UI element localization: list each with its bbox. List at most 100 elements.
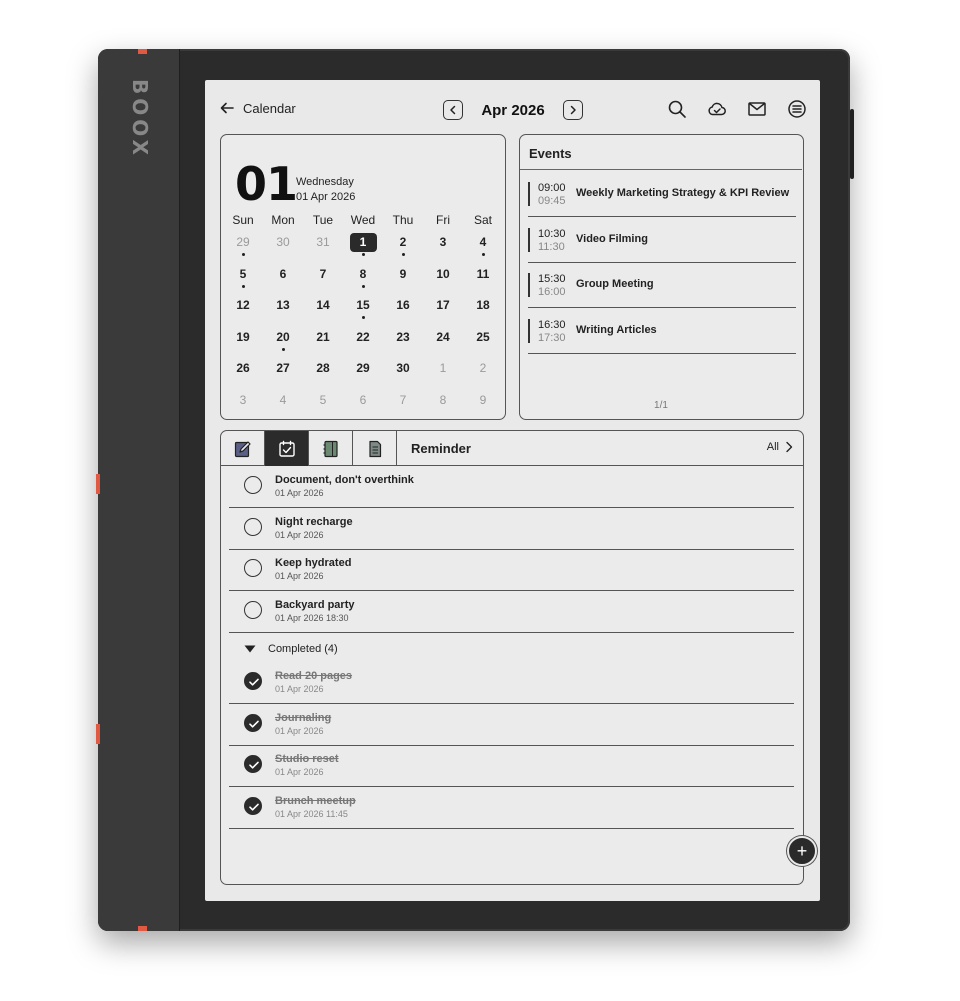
calendar-day[interactable]: 21	[303, 324, 343, 356]
completed-toggle[interactable]: Completed (4)	[244, 643, 338, 655]
day-number: 9	[399, 266, 407, 281]
menu-icon	[788, 100, 806, 118]
day-number: 2	[399, 235, 407, 249]
calendar-day[interactable]: 7	[303, 261, 343, 293]
calendar-day[interactable]: 6	[263, 261, 303, 293]
reminder-label: Reminder	[411, 441, 471, 456]
task-checkbox-checked[interactable]	[244, 796, 262, 815]
calendar-day[interactable]: 1	[423, 355, 463, 387]
calendar-day[interactable]: 25	[463, 324, 503, 356]
calendar-day[interactable]: 5	[303, 387, 343, 419]
day-number: 29	[356, 361, 370, 375]
cloud-sync-button[interactable]	[706, 98, 728, 120]
tab-notebook[interactable]	[309, 431, 353, 466]
task-checkbox[interactable]	[244, 517, 262, 536]
task-checkbox-checked[interactable]	[244, 755, 262, 773]
calendar-day[interactable]: 30	[263, 229, 303, 261]
calendar-day[interactable]: 24	[423, 324, 463, 356]
calendar-day[interactable]: 11	[463, 261, 503, 293]
task-checkbox[interactable]	[244, 559, 262, 577]
event-start: 09:00	[538, 182, 566, 194]
calendar-day[interactable]: 13	[263, 292, 303, 324]
calendar-day[interactable]: 9	[463, 387, 503, 419]
task-name: Night recharge	[275, 515, 353, 528]
back-button[interactable]: Calendar	[219, 100, 296, 116]
calendar-day[interactable]: 4	[463, 229, 503, 261]
calendar-day[interactable]: 5	[223, 261, 263, 293]
search-button[interactable]	[666, 98, 688, 120]
calendar-day[interactable]: 9	[383, 261, 423, 293]
all-reminders-link[interactable]: All	[767, 441, 793, 453]
calendar-day[interactable]: 4	[263, 387, 303, 419]
calendar-day[interactable]: 22	[343, 324, 383, 356]
event-item[interactable]: 09:00 09:45 Weekly Marketing Strategy & KP…	[528, 172, 796, 217]
calendar-day[interactable]: 14	[303, 292, 343, 324]
calendar-day[interactable]: 20	[263, 324, 303, 356]
month-label[interactable]: Apr 2026	[473, 102, 553, 119]
tab-tasks[interactable]	[265, 431, 309, 466]
selected-date: 01 Apr 2026	[296, 191, 356, 203]
calendar-day[interactable]: 28	[303, 355, 343, 387]
event-item[interactable]: 10:30 11:30 Video Filming	[528, 218, 796, 263]
add-task-button[interactable]: +	[787, 836, 817, 866]
calendar-day[interactable]: 15	[343, 292, 383, 324]
calendar-day[interactable]: 31	[303, 229, 343, 261]
event-title: Group Meeting	[576, 278, 654, 290]
tab-notes[interactable]	[221, 431, 265, 466]
task-name: Document, don't overthink	[275, 474, 414, 486]
calendar-day[interactable]: 16	[383, 292, 423, 324]
event-end: 17:30	[538, 331, 566, 344]
calendar-day[interactable]: 3	[423, 229, 463, 261]
chevron-left-icon	[450, 105, 456, 115]
task-item[interactable]: Backyard party 01 Apr 2026 18:30	[229, 591, 794, 633]
completed-task-item[interactable]: Brunch meetup 01 Apr 2026 11:45	[229, 787, 794, 829]
calendar-day[interactable]: 8	[423, 387, 463, 419]
calendar-day[interactable]: 10	[423, 261, 463, 293]
tab-documents[interactable]	[353, 431, 397, 466]
day-number: 3	[439, 235, 447, 249]
calendar-day[interactable]: 23	[383, 324, 423, 356]
day-number: 4	[279, 392, 287, 407]
notebook-icon	[323, 440, 338, 457]
calendar-day[interactable]: 12	[223, 292, 263, 324]
event-dot	[241, 284, 245, 288]
prev-month-button[interactable]	[443, 100, 463, 120]
calendar-day[interactable]: 8	[343, 261, 383, 293]
add-icon: +	[796, 840, 808, 861]
day-number: 6	[279, 266, 287, 281]
calendar-day[interactable]: 19	[223, 324, 263, 356]
calendar-day[interactable]: 29	[223, 229, 263, 261]
calendar-day[interactable]: 6	[343, 387, 383, 419]
calendar-day[interactable]: 2	[383, 229, 423, 261]
calendar-day[interactable]: 3	[223, 387, 263, 419]
calendar-day-today[interactable]: 1	[343, 229, 383, 261]
task-checkbox-checked[interactable]	[244, 672, 262, 690]
mail-button[interactable]	[746, 98, 768, 120]
event-item[interactable]: 16:30 17:30 Writing Articles	[528, 309, 796, 354]
day-number: 18	[476, 298, 490, 312]
events-title: Events	[529, 146, 572, 161]
calendar-day[interactable]: 26	[223, 355, 263, 387]
menu-button[interactable]	[786, 98, 808, 120]
task-item[interactable]: Night recharge 01 Apr 2026	[229, 508, 794, 550]
task-checkbox[interactable]	[244, 600, 262, 619]
task-item[interactable]: Document, don't overthink 01 Apr 2026	[229, 466, 794, 508]
calendar-day[interactable]: 27	[263, 355, 303, 387]
events-panel: Events 09:00 09:45 Weekly Marketing Strate…	[519, 134, 804, 420]
next-month-button[interactable]	[563, 100, 583, 120]
task-item[interactable]: Keep hydrated 01 Apr 2026	[229, 549, 794, 591]
top-bar: Calendar Apr 2026	[205, 80, 820, 134]
completed-task-item[interactable]: Read 20 pages 01 Apr 2026	[229, 662, 794, 704]
calendar-day[interactable]: 7	[383, 387, 423, 419]
calendar-day[interactable]: 17	[423, 292, 463, 324]
task-checkbox[interactable]	[244, 476, 262, 494]
calendar-day[interactable]: 29	[343, 355, 383, 387]
completed-task-item[interactable]: Studio reset 01 Apr 2026	[229, 745, 794, 787]
completed-task-item[interactable]: Journaling 01 Apr 2026	[229, 704, 794, 746]
month-nav: Apr 2026	[443, 100, 583, 120]
event-item[interactable]: 15:30 16:00 Group Meeting	[528, 263, 796, 308]
calendar-day[interactable]: 30	[383, 355, 423, 387]
task-checkbox-checked[interactable]	[244, 713, 262, 732]
calendar-day[interactable]: 2	[463, 355, 503, 387]
calendar-day[interactable]: 18	[463, 292, 503, 324]
